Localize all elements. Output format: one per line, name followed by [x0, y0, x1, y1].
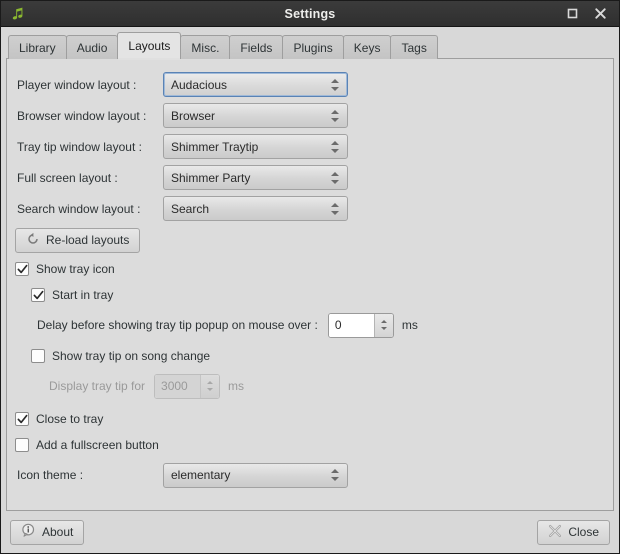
refresh-icon	[26, 232, 40, 249]
start-in-tray-label: Start in tray	[52, 288, 114, 302]
add-fullscreen-button-label: Add a fullscreen button	[36, 438, 159, 452]
dialog-action-bar: About Close	[1, 511, 619, 553]
chevron-updown-icon	[331, 197, 339, 220]
player-window-layout-row: Player window layout : Audacious	[15, 69, 605, 100]
tab-label: Layouts	[128, 39, 171, 53]
tab-plugins[interactable]: Plugins	[282, 35, 344, 59]
show-traytip-song-change-label: Show tray tip on song change	[52, 348, 211, 363]
music-note-icon	[7, 3, 29, 25]
spinner-arrows-icon	[200, 374, 220, 398]
window-controls	[565, 7, 619, 21]
fullscreen-layout-combo[interactable]: Shimmer Party	[163, 165, 348, 190]
add-fullscreen-button-checkbox[interactable]	[15, 438, 29, 452]
delay-traytip-unit: ms	[401, 318, 418, 332]
show-tray-icon-row[interactable]: Show tray icon	[15, 256, 605, 282]
title-bar: Settings	[1, 1, 619, 27]
spinner-arrows-icon[interactable]	[373, 313, 393, 337]
close-dialog-button[interactable]: Close	[537, 519, 610, 545]
icon-theme-row: Icon theme : elementary	[15, 458, 605, 492]
display-traytip-for-unit: ms	[228, 379, 245, 393]
browser-window-layout-combo[interactable]: Browser	[163, 103, 348, 128]
reload-layouts-label: Re-load layouts	[46, 233, 130, 247]
close-button[interactable]	[593, 7, 607, 21]
player-window-layout-label: Player window layout :	[17, 77, 137, 92]
chevron-updown-icon	[331, 135, 339, 158]
browser-window-layout-row: Browser window layout : Browser	[15, 100, 605, 131]
combo-value: Browser	[171, 108, 216, 123]
tab-fields[interactable]: Fields	[229, 35, 284, 59]
display-traytip-for-label: Display tray tip for	[49, 379, 146, 393]
close-icon	[548, 524, 562, 541]
browser-window-layout-label: Browser window layout :	[17, 108, 147, 123]
tab-label: Keys	[353, 40, 381, 55]
search-window-layout-row: Search window layout : Search	[15, 193, 605, 224]
delay-traytip-spinbutton[interactable]: 0	[327, 312, 394, 338]
traytip-window-layout-label: Tray tip window layout :	[17, 139, 142, 154]
search-window-layout-label: Search window layout :	[17, 201, 141, 216]
layouts-tab-page: Player window layout : Audacious Browser…	[6, 58, 614, 511]
chevron-updown-icon	[331, 104, 339, 127]
tab-label: Tags	[401, 40, 427, 55]
reload-layouts-button[interactable]: Re-load layouts	[15, 227, 141, 253]
show-traytip-song-change-row[interactable]: Show tray tip on song change	[31, 342, 605, 369]
show-tray-icon-label: Show tray icon	[36, 262, 115, 276]
chevron-updown-icon	[331, 166, 339, 189]
player-window-layout-combo[interactable]: Audacious	[163, 72, 348, 97]
tab-label: Audio	[76, 40, 108, 55]
search-window-layout-combo[interactable]: Search	[163, 196, 348, 221]
chevron-updown-icon	[331, 464, 339, 487]
display-traytip-for-spinbutton: 3000	[154, 373, 221, 399]
close-to-tray-row[interactable]: Close to tray	[15, 406, 605, 432]
close-to-tray-label: Close to tray	[36, 412, 104, 426]
traytip-window-layout-combo[interactable]: Shimmer Traytip	[163, 134, 348, 159]
combo-value: Search	[171, 201, 210, 216]
close-dialog-label: Close	[568, 525, 599, 539]
tab-misc[interactable]: Misc.	[180, 35, 231, 59]
tab-label: Plugins	[293, 40, 333, 55]
add-fullscreen-button-row[interactable]: Add a fullscreen button	[15, 432, 605, 458]
check-icon	[33, 290, 43, 299]
traytip-window-layout-row: Tray tip window layout : Shimmer Traytip	[15, 131, 605, 162]
about-label: About	[42, 525, 74, 539]
tab-strip: Library Audio Layouts Misc. Fields Plugi…	[6, 31, 614, 60]
about-button[interactable]: About	[10, 519, 85, 545]
window-title: Settings	[284, 6, 336, 21]
check-icon	[17, 264, 27, 273]
start-in-tray-row[interactable]: Start in tray	[31, 282, 605, 308]
fullscreen-layout-label: Full screen layout :	[17, 170, 118, 185]
tab-library[interactable]: Library	[8, 35, 67, 59]
start-in-tray-checkbox[interactable]	[31, 288, 45, 302]
tab-audio[interactable]: Audio	[65, 35, 119, 59]
check-icon	[17, 414, 27, 423]
tab-label: Misc.	[191, 40, 220, 55]
tab-keys[interactable]: Keys	[342, 35, 392, 59]
settings-window: Settings Library Audio Layouts Misc. Fie…	[0, 0, 620, 554]
info-icon	[21, 523, 36, 541]
chevron-updown-icon	[331, 73, 339, 96]
combo-value: Shimmer Traytip	[171, 139, 259, 154]
show-tray-icon-checkbox[interactable]	[15, 262, 29, 276]
display-traytip-for-row: Display tray tip for 3000 ms	[49, 369, 605, 403]
icon-theme-combo[interactable]: elementary	[163, 462, 348, 488]
fullscreen-layout-row: Full screen layout : Shimmer Party	[15, 162, 605, 193]
icon-theme-label: Icon theme :	[17, 468, 84, 482]
show-traytip-song-change-checkbox[interactable]	[31, 348, 45, 363]
delay-traytip-label: Delay before showing tray tip popup on m…	[37, 318, 318, 332]
combo-value: Audacious	[171, 77, 228, 92]
combo-value: elementary	[171, 468, 231, 482]
delay-traytip-value[interactable]: 0	[328, 313, 374, 337]
tab-label: Fields	[240, 40, 273, 55]
maximize-button[interactable]	[565, 7, 579, 21]
settings-notebook: Library Audio Layouts Misc. Fields Plugi…	[1, 27, 619, 511]
reload-layouts-row: Re-load layouts	[15, 224, 605, 256]
tab-tags[interactable]: Tags	[390, 35, 438, 59]
combo-value: Shimmer Party	[171, 170, 251, 185]
tab-layouts[interactable]: Layouts	[117, 32, 182, 60]
delay-traytip-row: Delay before showing tray tip popup on m…	[37, 308, 605, 342]
close-to-tray-checkbox[interactable]	[15, 412, 29, 426]
display-traytip-for-value: 3000	[155, 374, 201, 398]
tab-label: Library	[19, 40, 56, 55]
